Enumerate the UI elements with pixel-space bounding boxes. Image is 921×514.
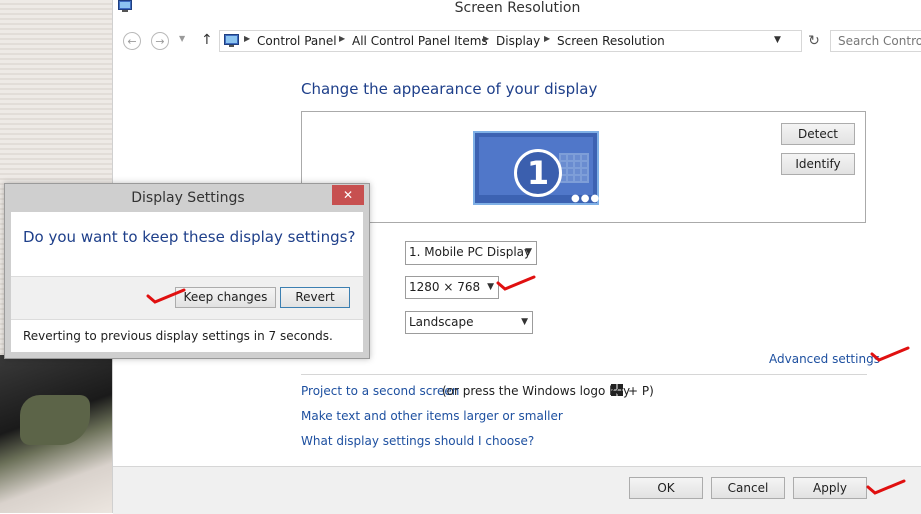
- cancel-button[interactable]: Cancel: [711, 477, 785, 499]
- wallpaper-artwork-detail: [20, 395, 90, 445]
- display-select[interactable]: 1. Mobile PC Display ▼: [405, 241, 537, 265]
- back-arrow-icon[interactable]: ←: [123, 32, 141, 50]
- detect-button[interactable]: Detect: [781, 123, 855, 145]
- monitor-grid-graphic: [559, 153, 589, 183]
- display-help-link[interactable]: What display settings should I choose?: [301, 434, 534, 448]
- monitor-screen: 1: [479, 137, 593, 197]
- resolution-select-value: 1280 × 768: [409, 280, 481, 294]
- breadcrumb-item-all-control-panel-items[interactable]: All Control Panel Items: [352, 34, 488, 48]
- display-settings-dialog: Display Settings ✕ Do you want to keep t…: [4, 183, 370, 359]
- display-preview-panel: 1 ●●● Detect Identify: [301, 111, 866, 223]
- refresh-icon[interactable]: ↻: [805, 32, 823, 50]
- annotation-check-icon: [870, 346, 910, 362]
- close-icon[interactable]: ✕: [332, 185, 364, 205]
- breadcrumb-separator-icon: ▶: [544, 34, 551, 43]
- project-hint-shortcut: + P): [628, 384, 654, 398]
- window-title: Screen Resolution: [454, 0, 581, 16]
- up-arrow-icon[interactable]: ↑: [201, 32, 213, 48]
- address-dropdown-chevron-icon[interactable]: ▼: [774, 35, 781, 45]
- orientation-select-value: Landscape: [409, 315, 474, 329]
- breadcrumb-separator-icon: ▶: [483, 34, 490, 43]
- chevron-down-icon: ▼: [487, 282, 494, 292]
- dialog-question: Do you want to keep these display settin…: [23, 228, 356, 246]
- orientation-select[interactable]: Landscape ▼: [405, 311, 533, 334]
- breadcrumb[interactable]: ▶ Control Panel ▶ All Control Panel Item…: [219, 30, 802, 52]
- monitor-dots-icon: ●●●: [571, 193, 601, 204]
- address-bar: ← → ▼ ↑ ▶ Control Panel ▶ All Control Pa…: [113, 26, 921, 56]
- button-bar: OK Cancel Apply: [113, 466, 921, 514]
- page-title: Change the appearance of your display: [301, 80, 598, 98]
- breadcrumb-item-screen-resolution[interactable]: Screen Resolution: [557, 34, 665, 48]
- control-panel-breadcrumb-icon: [224, 34, 239, 47]
- annotation-check-icon: [496, 275, 536, 291]
- display-select-value: 1. Mobile PC Display: [409, 245, 532, 259]
- resolution-select[interactable]: 1280 × 768 ▼: [405, 276, 499, 299]
- breadcrumb-separator-icon: ▶: [244, 34, 251, 43]
- chevron-down-icon: ▼: [521, 317, 528, 327]
- recent-locations-chevron-icon[interactable]: ▼: [179, 34, 185, 43]
- monitor-number: 1: [514, 149, 562, 197]
- breadcrumb-item-control-panel[interactable]: Control Panel: [257, 34, 337, 48]
- dialog-title: Display Settings: [131, 190, 245, 206]
- annotation-check-icon: [146, 288, 186, 304]
- text-size-link[interactable]: Make text and other items larger or smal…: [301, 409, 563, 423]
- project-second-screen-link[interactable]: Project to a second screen: [301, 384, 459, 398]
- monitor-1-icon[interactable]: 1 ●●●: [473, 131, 599, 205]
- apply-button[interactable]: Apply: [793, 477, 867, 499]
- windows-logo-icon: [611, 384, 623, 396]
- title-bar: Screen Resolution: [113, 0, 921, 18]
- search-input[interactable]: Search Control Panel: [830, 30, 921, 52]
- project-hint-text: (or press the Windows logo key: [442, 384, 631, 398]
- countdown-status: Reverting to previous display settings i…: [23, 329, 333, 343]
- ok-button[interactable]: OK: [629, 477, 703, 499]
- dialog-body: Do you want to keep these display settin…: [11, 212, 363, 352]
- chevron-down-icon: ▼: [525, 247, 532, 257]
- annotation-check-icon: [866, 479, 906, 495]
- forward-arrow-icon[interactable]: →: [151, 32, 169, 50]
- divider: [301, 374, 867, 375]
- breadcrumb-item-display[interactable]: Display: [496, 34, 540, 48]
- dialog-button-bar: Keep changes Revert: [11, 276, 363, 320]
- keep-changes-button[interactable]: Keep changes: [175, 287, 276, 308]
- identify-button[interactable]: Identify: [781, 153, 855, 175]
- advanced-settings-link[interactable]: Advanced settings: [769, 352, 880, 366]
- breadcrumb-separator-icon: ▶: [339, 34, 346, 43]
- revert-button[interactable]: Revert: [280, 287, 350, 308]
